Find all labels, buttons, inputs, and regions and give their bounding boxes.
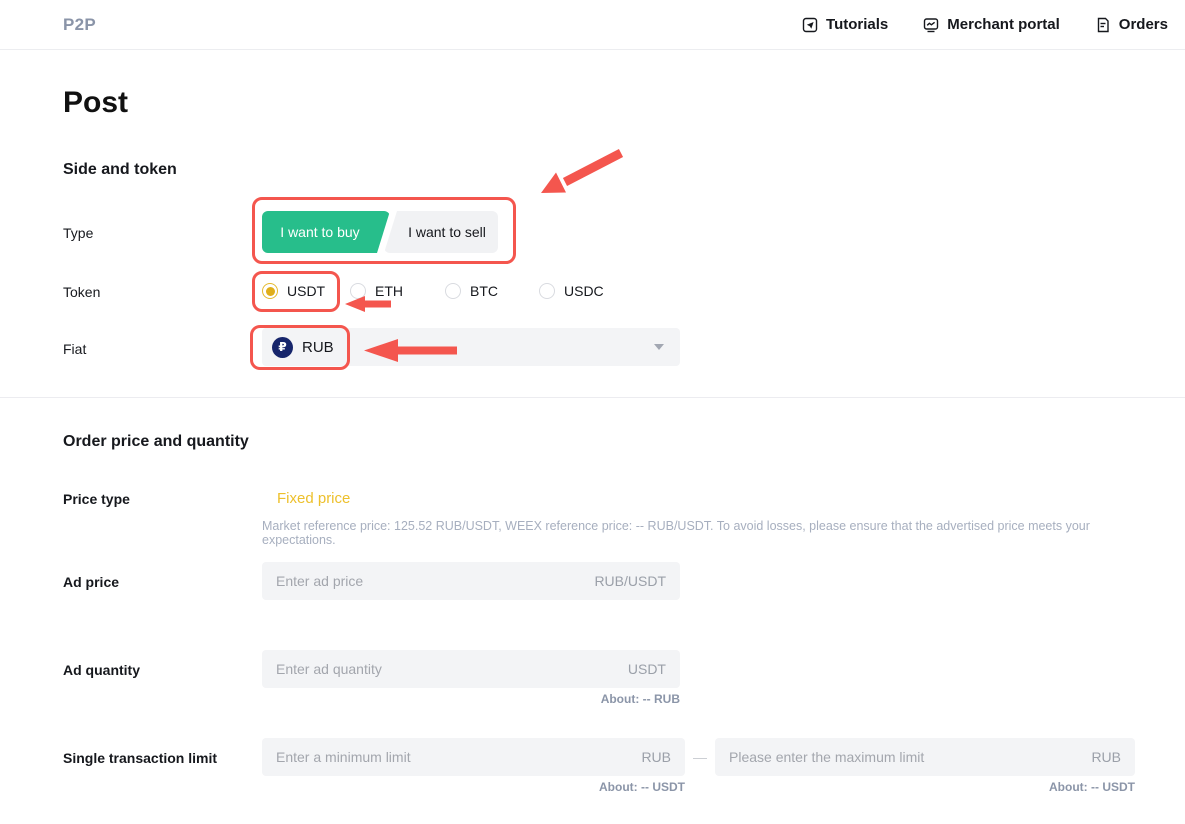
token-label: Token (63, 284, 100, 300)
max-limit-field: RUB (715, 738, 1135, 776)
sell-toggle-button[interactable]: I want to sell (384, 211, 498, 253)
market-reference-note: Market reference price: 125.52 RUB/USDT,… (262, 519, 1152, 547)
buy-toggle-button[interactable]: I want to buy (262, 211, 390, 253)
fiat-selected-value: RUB (302, 339, 334, 356)
token-option-btc[interactable]: BTC (445, 283, 498, 299)
ad-quantity-input[interactable] (276, 661, 618, 677)
min-limit-about: About: -- USDT (262, 780, 685, 794)
token-option-usdt[interactable]: USDT (262, 283, 325, 299)
side-toggle: I want to buy I want to sell (262, 211, 498, 253)
ad-quantity-label: Ad quantity (63, 662, 140, 678)
price-type-label: Price type (63, 491, 130, 507)
fiat-select[interactable]: ₽ RUB (262, 328, 680, 366)
type-label: Type (63, 225, 93, 241)
section-heading-side-and-token: Side and token (63, 161, 177, 179)
radio-unselected-icon (539, 283, 555, 299)
p2p-logo[interactable]: P2P (63, 15, 96, 35)
ad-price-unit: RUB/USDT (594, 573, 666, 589)
radio-unselected-icon (350, 283, 366, 299)
ad-price-field: RUB/USDT (262, 562, 680, 600)
radio-selected-icon (262, 283, 278, 299)
nav-merchant-portal-label: Merchant portal (947, 16, 1060, 33)
max-limit-unit: RUB (1091, 749, 1121, 765)
min-limit-unit: RUB (641, 749, 671, 765)
p2p-post-page: P2P Tutorials (0, 0, 1185, 824)
token-option-usdc[interactable]: USDC (539, 283, 604, 299)
orders-icon (1094, 16, 1112, 34)
nav-tutorials[interactable]: Tutorials (801, 16, 888, 34)
nav-tutorials-label: Tutorials (826, 16, 888, 33)
radio-unselected-icon (445, 283, 461, 299)
token-option-eth[interactable]: ETH (350, 283, 403, 299)
nav-orders[interactable]: Orders (1094, 16, 1168, 34)
ad-quantity-unit: USDT (628, 661, 666, 677)
max-limit-input[interactable] (729, 749, 1081, 765)
min-limit-input[interactable] (276, 749, 631, 765)
token-option-label: ETH (375, 283, 403, 299)
fiat-label: Fiat (63, 341, 86, 357)
ad-price-input[interactable] (276, 573, 584, 589)
nav-merchant-portal[interactable]: Merchant portal (922, 16, 1060, 34)
top-bar: P2P Tutorials (0, 0, 1185, 50)
token-option-label: USDT (287, 283, 325, 299)
ad-quantity-field: USDT (262, 650, 680, 688)
merchant-portal-icon (922, 16, 940, 34)
nav-orders-label: Orders (1119, 16, 1168, 33)
transaction-limit-label: Single transaction limit (63, 750, 217, 766)
tutorials-icon (801, 16, 819, 34)
min-limit-field: RUB (262, 738, 685, 776)
top-nav: Tutorials Merchant portal (801, 16, 1168, 34)
section-heading-order-price: Order price and quantity (63, 433, 249, 451)
chevron-down-icon (654, 344, 664, 350)
limit-range-separator: — (687, 749, 713, 765)
section-divider (0, 397, 1185, 398)
max-limit-about: About: -- USDT (715, 780, 1135, 794)
token-option-label: BTC (470, 283, 498, 299)
ad-quantity-about: About: -- RUB (262, 692, 680, 706)
ad-price-label: Ad price (63, 574, 119, 590)
rub-currency-icon: ₽ (272, 337, 293, 358)
page-title: Post (63, 86, 128, 120)
price-type-value[interactable]: Fixed price (277, 490, 350, 507)
token-option-label: USDC (564, 283, 604, 299)
annotation-arrow-type (533, 147, 625, 202)
